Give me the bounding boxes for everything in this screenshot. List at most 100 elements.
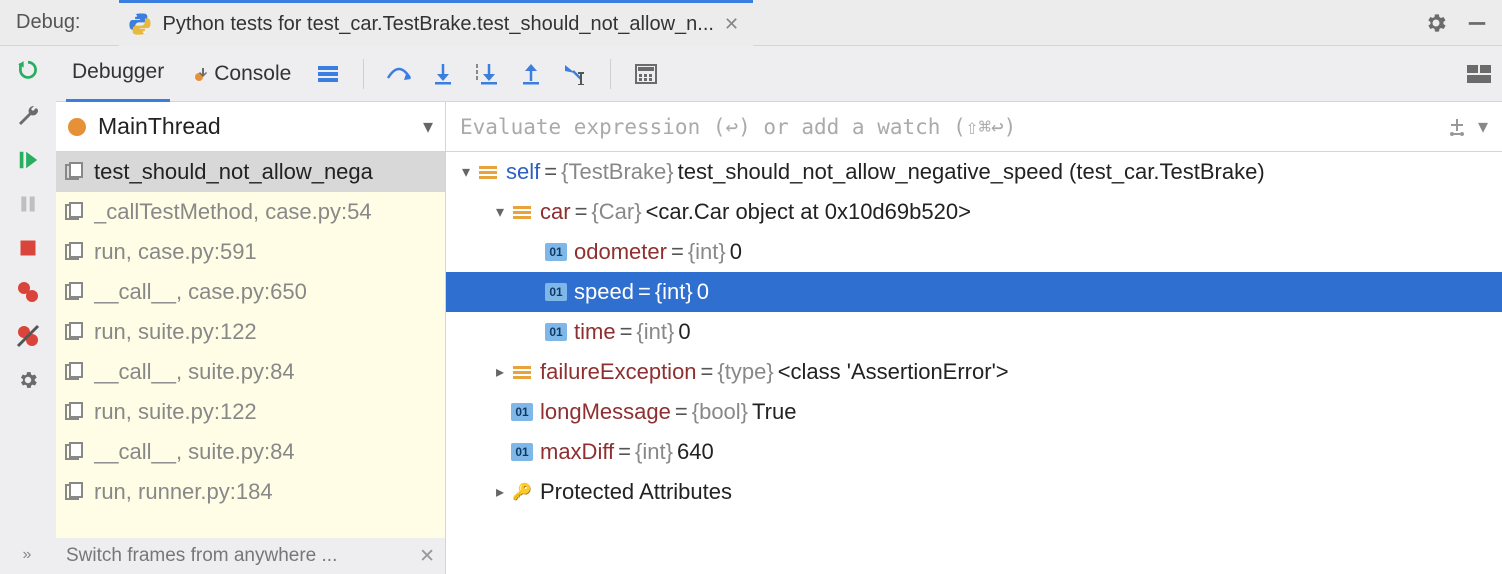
frame-label: run, suite.py:122 — [94, 399, 257, 425]
variable-row[interactable]: ▸🔑 Protected Attributes — [446, 472, 1502, 512]
frame-row[interactable]: __call__, case.py:650 — [56, 272, 445, 312]
expand-arrow-icon[interactable]: ▸ — [490, 362, 510, 382]
variable-row[interactable]: ▾self = {TestBrake} test_should_not_allo… — [446, 152, 1502, 192]
primitive-icon: 01 — [511, 443, 533, 461]
frame-hint: Switch frames from anywhere ... ✕ — [56, 538, 445, 574]
frame-icon — [62, 402, 86, 422]
mute-breakpoints-icon[interactable] — [14, 322, 42, 350]
step-out-icon[interactable] — [518, 63, 544, 85]
thread-list-icon[interactable] — [315, 64, 341, 84]
variable-name: failureException — [540, 359, 697, 385]
variable-tree: ▾self = {TestBrake} test_should_not_allo… — [446, 152, 1502, 574]
frame-icon — [62, 322, 86, 342]
run-to-cursor-icon[interactable] — [562, 63, 588, 85]
close-hint-icon[interactable]: ✕ — [419, 545, 435, 568]
wrench-icon[interactable] — [14, 102, 42, 130]
frame-icon — [62, 442, 86, 462]
primitive-icon: 01 — [545, 323, 567, 341]
variable-type: {Car} — [591, 199, 641, 225]
variable-value: 0 — [697, 279, 709, 305]
variable-value: <car.Car object at 0x10d69b520> — [646, 199, 971, 225]
expand-arrow-icon[interactable]: ▾ — [490, 202, 510, 222]
debug-session-tab[interactable]: Python tests for test_car.TestBrake.test… — [119, 0, 754, 46]
variable-row[interactable]: ▸01odometer = {int} 0 — [446, 232, 1502, 272]
equals-sign: = — [618, 439, 631, 465]
resume-icon[interactable] — [14, 146, 42, 174]
variable-name: Protected Attributes — [540, 479, 732, 505]
debug-label: Debug: — [8, 11, 89, 34]
frame-row[interactable]: test_should_not_allow_nega — [56, 152, 445, 192]
layout-icon[interactable] — [1466, 64, 1492, 84]
variable-value: <class 'AssertionError'> — [778, 359, 1009, 385]
frame-icon — [62, 162, 86, 182]
thread-name: MainThread — [98, 113, 411, 140]
variable-value: 640 — [677, 439, 714, 465]
frame-row[interactable]: run, case.py:591 — [56, 232, 445, 272]
chevron-down-icon: ▾ — [423, 114, 433, 139]
variable-value: True — [752, 399, 796, 425]
frame-row[interactable]: __call__, suite.py:84 — [56, 352, 445, 392]
frame-row[interactable]: _callTestMethod, case.py:54 — [56, 192, 445, 232]
variable-name: maxDiff — [540, 439, 614, 465]
minimize-icon[interactable] — [1466, 12, 1488, 34]
debug-settings-icon[interactable] — [14, 366, 42, 394]
debugger-tab[interactable]: Debugger — [66, 46, 170, 102]
chevron-down-icon[interactable]: ▾ — [1478, 114, 1488, 139]
variable-row[interactable]: ▸01time = {int} 0 — [446, 312, 1502, 352]
variable-row[interactable]: ▸01speed = {int} 0 — [446, 272, 1502, 312]
frame-label: __call__, suite.py:84 — [94, 359, 295, 385]
close-icon[interactable]: ✕ — [724, 14, 739, 35]
equals-sign: = — [544, 159, 557, 185]
frame-label: run, suite.py:122 — [94, 319, 257, 345]
frame-row[interactable]: __call__, suite.py:84 — [56, 432, 445, 472]
step-over-icon[interactable] — [386, 64, 412, 84]
frame-row[interactable]: run, suite.py:122 — [56, 392, 445, 432]
frame-icon — [62, 242, 86, 262]
stop-icon[interactable] — [14, 234, 42, 262]
thread-selector[interactable]: MainThread ▾ — [56, 102, 445, 152]
variable-name: self — [506, 159, 540, 185]
breakpoints-icon[interactable] — [14, 278, 42, 306]
expand-arrow-icon[interactable]: ▸ — [490, 482, 510, 502]
variable-row[interactable]: ▾car = {Car} <car.Car object at 0x10d69b… — [446, 192, 1502, 232]
download-dot-icon — [194, 66, 210, 82]
struct-icon — [513, 365, 531, 380]
more-icon[interactable]: » — [23, 546, 34, 574]
console-tab[interactable]: Console — [188, 46, 297, 102]
debug-gutter: » — [0, 46, 56, 574]
frame-label: _callTestMethod, case.py:54 — [94, 199, 372, 225]
frame-label: __call__, suite.py:84 — [94, 439, 295, 465]
evaluate-input[interactable] — [460, 115, 1436, 139]
frame-row[interactable]: run, suite.py:122 — [56, 312, 445, 352]
gear-icon[interactable] — [1424, 11, 1448, 35]
expand-arrow-icon[interactable]: ▾ — [456, 162, 476, 182]
variable-name: speed — [574, 279, 634, 305]
add-watch-icon[interactable] — [1446, 116, 1468, 138]
frame-row[interactable]: run, runner.py:184 — [56, 472, 445, 512]
variable-value: 0 — [730, 239, 742, 265]
equals-sign: = — [701, 359, 714, 385]
step-into-icon[interactable] — [430, 63, 456, 85]
frame-label: __call__, case.py:650 — [94, 279, 307, 305]
frame-icon — [62, 282, 86, 302]
pause-icon[interactable] — [14, 190, 42, 218]
frame-label: run, runner.py:184 — [94, 479, 273, 505]
equals-sign: = — [671, 239, 684, 265]
variable-row[interactable]: ▸01longMessage = {bool} True — [446, 392, 1502, 432]
variable-row[interactable]: ▸01maxDiff = {int} 640 — [446, 432, 1502, 472]
variable-type: {TestBrake} — [561, 159, 674, 185]
evaluate-icon[interactable] — [633, 63, 659, 85]
rerun-icon[interactable] — [14, 58, 42, 86]
variable-type: {int} — [636, 319, 674, 345]
frame-icon — [62, 362, 86, 382]
variable-name: time — [574, 319, 616, 345]
equals-sign: = — [620, 319, 633, 345]
variable-type: {int} — [635, 439, 673, 465]
frame-icon — [62, 482, 86, 502]
struct-icon — [513, 205, 531, 220]
key-icon: 🔑 — [512, 482, 532, 502]
variable-type: {int} — [655, 279, 693, 305]
variable-row[interactable]: ▸failureException = {type} <class 'Asser… — [446, 352, 1502, 392]
step-into-mycode-icon[interactable] — [474, 63, 500, 85]
variable-value: 0 — [678, 319, 690, 345]
